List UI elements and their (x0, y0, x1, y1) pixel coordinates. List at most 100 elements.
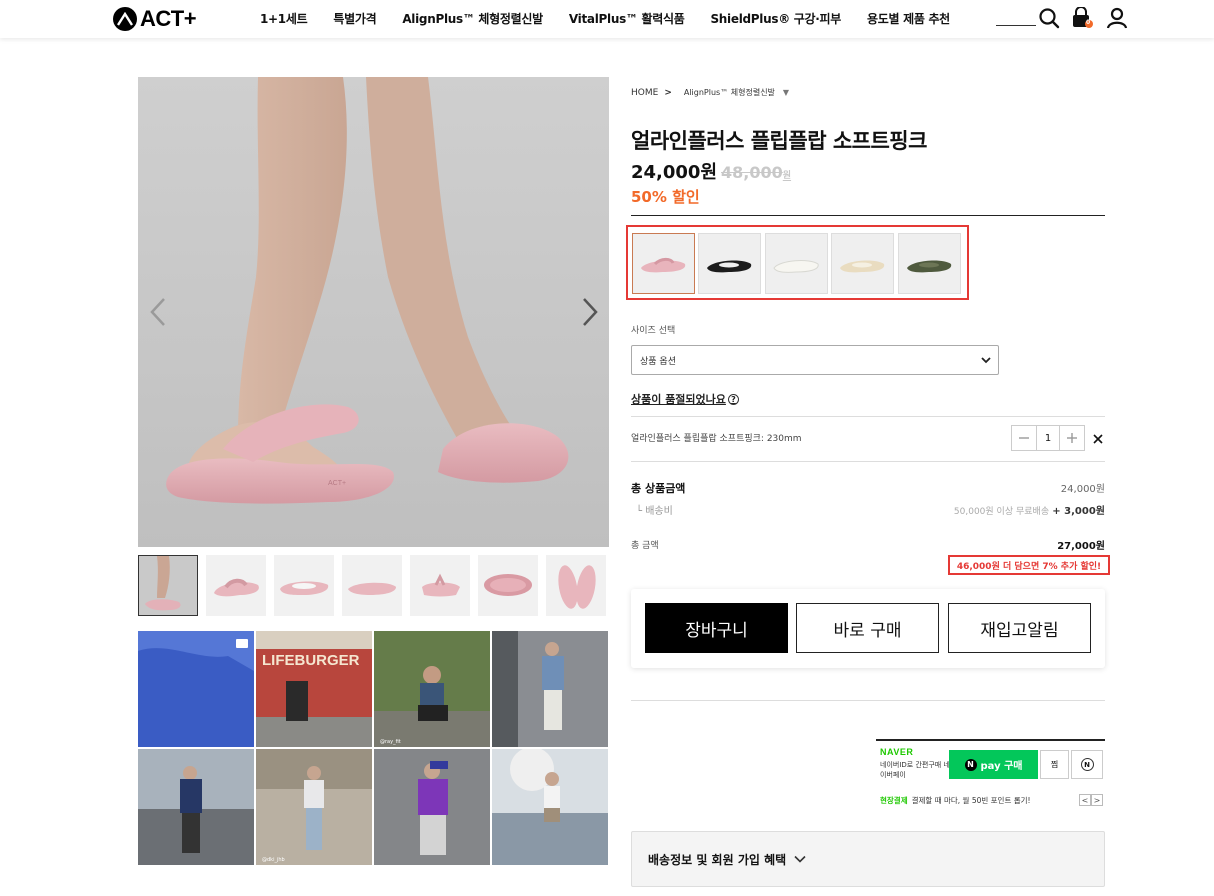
soldout-link-text: 상품이 품절되었나요 (631, 393, 726, 406)
nav-item-shieldplus[interactable]: ShieldPlus® 구강·피부 (710, 10, 841, 27)
breadcrumb-separator: > (664, 87, 672, 98)
naver-promo-prev-button[interactable]: < (1079, 794, 1091, 806)
breadcrumb-home[interactable]: HOME (631, 88, 658, 98)
thumbnail[interactable] (206, 555, 266, 616)
naver-promo-next-button[interactable]: > (1091, 794, 1103, 806)
gallery-photo[interactable] (492, 749, 608, 865)
divider (631, 416, 1105, 417)
prev-image-button[interactable] (146, 295, 170, 329)
restock-alert-button[interactable]: 재입고알림 (948, 603, 1091, 653)
quantity-increase-button[interactable] (1060, 426, 1084, 450)
remove-option-button[interactable] (1091, 431, 1105, 445)
nav-item-special-price[interactable]: 특별가격 (333, 10, 376, 27)
nav-item-1plus1-set[interactable]: 1+1세트 (260, 10, 308, 27)
divider (631, 461, 1105, 462)
gallery-photo[interactable] (374, 749, 490, 865)
chevron-down-icon (981, 357, 991, 364)
help-icon[interactable]: ? (727, 393, 739, 405)
color-swatch-olive[interactable] (898, 233, 961, 294)
size-select[interactable]: 상품 옵션 (631, 345, 999, 375)
shipping-value: 50,000원 이상 무료배송 + 3,000원 (953, 506, 1105, 517)
cart-icon[interactable]: 0 (1070, 6, 1093, 29)
nav-item-alignplus[interactable]: AlignPlus™ 체형정렬신발 (402, 10, 543, 27)
naver-talk-icon: N (1080, 758, 1094, 771)
thumbnail[interactable] (274, 555, 334, 616)
quantity-input[interactable]: 1 (1036, 426, 1060, 450)
thumbnail[interactable] (342, 555, 402, 616)
color-swatch-group (626, 225, 969, 300)
naver-pay-button[interactable]: N pay 구매 (949, 750, 1038, 779)
sale-price: 24,000원 (631, 162, 718, 183)
naver-promo-text: 현장결제 결제할 때 마다, 월 50빈 포인트 롭기! (880, 796, 1031, 805)
logo[interactable]: ACT+ (113, 5, 197, 33)
logo-mark-icon (113, 7, 137, 31)
purchase-button-group: 장바구니 바로 구매 재입고알림 (631, 589, 1105, 668)
site-header: ACT+ 1+1세트 특별가격 AlignPlus™ 체형정렬신발 VitalP… (0, 0, 1214, 38)
color-swatch-black[interactable] (698, 233, 761, 294)
subtotal-value: 24,000원 (1060, 484, 1105, 495)
breadcrumb-category[interactable]: AlignPlus™ 체형정렬신발 (684, 87, 775, 98)
product-main-image: ACT+ (138, 77, 609, 547)
main-nav: 1+1세트 특별가격 AlignPlus™ 체형정렬신발 VitalPlus™ … (260, 0, 976, 36)
divider (631, 215, 1105, 216)
gallery-tag: @dki_jhb (262, 857, 285, 863)
chevron-down-icon (794, 855, 806, 863)
product-photo: ACT+ (166, 77, 569, 504)
naver-promo-nav: < > (1079, 794, 1103, 806)
plus-icon (1067, 433, 1077, 443)
breadcrumb: HOME > AlignPlus™ 체형정렬신발 ▼ (631, 87, 789, 98)
thumbnail-strip (138, 555, 609, 616)
gallery-photo[interactable] (138, 749, 254, 865)
gallery-photo[interactable] (492, 631, 608, 747)
soldout-link[interactable]: 상품이 품절되었나요 ? (631, 391, 739, 407)
color-swatch-beige[interactable] (831, 233, 894, 294)
gallery-photo[interactable]: LIFEBURGER (256, 631, 372, 747)
cart-count-badge: 0 (1086, 19, 1091, 26)
naver-logo: NAVER (880, 747, 914, 757)
gallery-photo[interactable]: @ray_fit (374, 631, 490, 747)
nav-item-recommend[interactable]: 용도별 제품 추천 (867, 10, 950, 27)
thumbnail[interactable] (410, 555, 470, 616)
thumbnail[interactable] (138, 555, 198, 616)
thumbnail[interactable] (546, 555, 606, 616)
size-select-value: 상품 옵션 (640, 356, 676, 367)
naver-pay-widget: NAVER 네이버ID로 간편구매 네이버페이 N pay 구매 찜 N 현장결… (876, 739, 1105, 809)
size-label: 사이즈 선택 (631, 326, 676, 336)
original-price: 48,000원 (721, 163, 792, 182)
search-input[interactable] (996, 25, 1036, 26)
logo-text: ACT+ (140, 6, 197, 31)
gallery-photo[interactable]: @dki_jhb (256, 749, 372, 865)
naver-talk-button[interactable]: N (1071, 750, 1103, 779)
shipping-info-label: 배송정보 및 회원 가입 혜택 (648, 852, 787, 867)
product-title: 얼라인플러스 플립플랍 소프트핑크 (631, 129, 927, 153)
color-swatch-white[interactable] (765, 233, 828, 294)
caret-down-icon[interactable]: ▼ (783, 88, 789, 97)
review-photo-gallery: LIFEBURGER @ray_fit @dki_jhb (138, 631, 609, 866)
buy-now-button[interactable]: 바로 구매 (796, 603, 939, 653)
selected-option-name: 얼라인플러스 플립플랍 소프트핑크: 230mm (631, 434, 802, 444)
gallery-overlay-text: LIFEBURGER (262, 652, 360, 669)
gallery-photo[interactable] (138, 631, 254, 747)
shipping-label: └ 배송비 (636, 506, 673, 517)
shipping-info-accordion[interactable]: 배송정보 및 회원 가입 혜택 (631, 831, 1105, 887)
next-image-button[interactable] (578, 295, 602, 329)
wishlist-button[interactable]: 찜 (1040, 750, 1069, 779)
naver-n-icon: N (964, 758, 977, 771)
total-value: 27,000원 (1057, 541, 1105, 552)
user-icon[interactable] (1106, 7, 1128, 29)
divider (631, 700, 1105, 701)
color-swatch-pink[interactable] (632, 233, 695, 294)
quantity-decrease-button[interactable] (1012, 426, 1036, 450)
add-to-cart-button[interactable]: 장바구니 (645, 603, 788, 653)
quantity-stepper: 1 (1011, 425, 1085, 451)
discount-rate: 50% 할인 (631, 188, 700, 206)
thumbnail[interactable] (478, 555, 538, 616)
search-icon[interactable] (1038, 7, 1060, 29)
gallery-tag: @ray_fit (380, 739, 401, 745)
svg-text:ACT+: ACT+ (328, 480, 346, 487)
total-label: 총 금액 (631, 541, 659, 551)
minus-icon (1019, 437, 1029, 439)
subtotal-label: 총 상품금액 (631, 482, 686, 495)
nav-item-vitalplus[interactable]: VitalPlus™ 활력식품 (569, 10, 685, 27)
product-price: 24,000원 48,000원 (631, 158, 791, 184)
